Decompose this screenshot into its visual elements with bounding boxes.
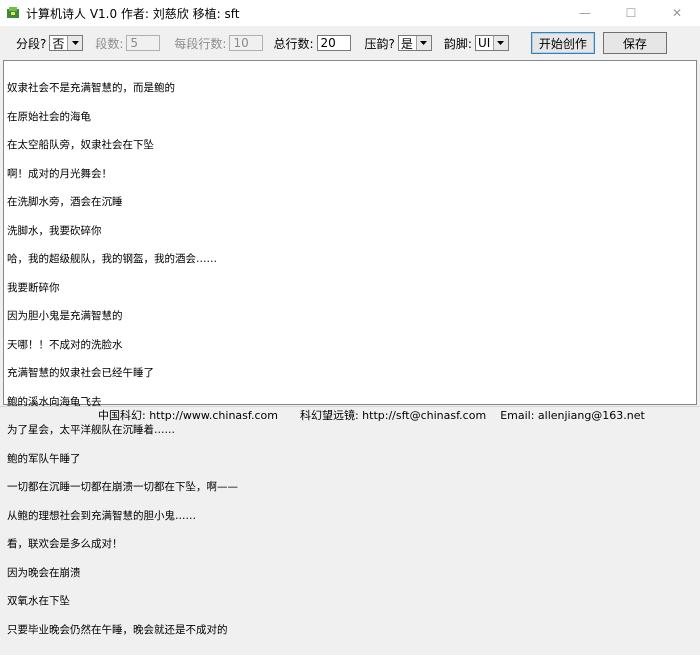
poem-line: 天哪！！不成对的洗脸水 [7, 338, 123, 351]
title-bar: 计算机诗人 V1.0 作者: 刘慈欣 移植: sft — ☐ ✕ [0, 0, 700, 26]
minimize-button[interactable]: — [562, 0, 608, 26]
yayun-value: 是 [400, 36, 413, 51]
status-site: 中国科幻: http://www.chinasf.com [98, 409, 278, 422]
poem-line: 我要断碎你 [7, 281, 60, 294]
poem-line: 在原始社会的海龟 [7, 110, 91, 123]
chevron-down-icon [492, 36, 508, 50]
chevron-down-icon [415, 36, 431, 50]
fenduan-value: 否 [52, 36, 65, 51]
poem-line: 充满智慧的奴隶社会已经午睡了 [7, 367, 154, 379]
poem-line: 奴隶社会不是充满智慧的，而是鲍的 [7, 82, 175, 94]
duanshu-label: 段数: [95, 36, 124, 51]
start-button[interactable]: 开始创作 [530, 32, 595, 54]
poem-line: 哈，我的超级舰队，我的钢盔，我的酒会…… [7, 253, 217, 265]
yunjiao-select[interactable]: UI [474, 35, 509, 51]
poem-line: 洗脚水，我要砍碎你 [7, 224, 102, 237]
chevron-down-icon [67, 36, 83, 50]
yunjiao-value: UI [477, 36, 491, 50]
toolbar: 分段? 否 段数: 每段行数: 总行数: 压韵? 是 韵脚: UI 开始创作 保… [0, 26, 700, 60]
poem-line: 看，联欢会是多么成对！ [7, 538, 123, 550]
close-button[interactable]: ✕ [654, 0, 700, 26]
fenduan-select[interactable]: 否 [49, 35, 84, 51]
meiduan-input[interactable] [229, 35, 264, 51]
poem-text: 奴隶社会不是充满智慧的，而是鲍的 在原始社会的海龟 在太空船队旁，奴隶社会在下坠… [7, 65, 694, 654]
zonghang-input[interactable] [316, 35, 351, 51]
poem-line: 从鲍的理想社会到充满智慧的胆小鬼…… [7, 509, 196, 522]
yayun-label: 压韵? [364, 36, 395, 51]
fenduan-label: 分段? [16, 36, 47, 51]
zonghang-label: 总行数: [273, 36, 314, 51]
poem-textarea[interactable]: 奴隶社会不是充满智慧的，而是鲍的 在原始社会的海龟 在太空船队旁，奴隶社会在下坠… [3, 60, 697, 634]
poem-line: 双氧水在下坠 [7, 595, 70, 607]
close-icon: ✕ [671, 6, 683, 20]
yunjiao-label: 韵脚: [443, 36, 472, 51]
poem-line: 在洗脚水旁，酒会在沉睡 [7, 196, 123, 208]
poem-line: 为了星会，太平洋舰队在沉睡着…… [7, 424, 175, 436]
poem-line: 因为晚会在崩溃 [7, 566, 81, 579]
poem-line: 鲍的军队午睡了 [7, 452, 81, 465]
status-bar: 中国科幻: http://www.chinasf.com 科幻望远镜: http… [0, 406, 700, 423]
status-mail: 科幻望远镜: http://sft@chinasf.com [299, 409, 487, 422]
poem-line: 只要毕业晚会仍然在午睡，晚会就还是不成对的 [7, 623, 228, 636]
app-icon [6, 6, 20, 20]
poem-line: 啊！成对的月光舞会！ [7, 167, 112, 180]
window-controls: — ☐ ✕ [562, 0, 700, 26]
maximize-button[interactable]: ☐ [608, 0, 654, 26]
minimize-icon: — [579, 6, 591, 20]
maximize-icon: ☐ [625, 6, 637, 20]
window-title: 计算机诗人 V1.0 作者: 刘慈欣 移植: sft [26, 6, 240, 21]
yayun-select[interactable]: 是 [397, 35, 432, 51]
poem-line: 一切都在沉睡一切都在崩溃一切都在下坠，啊—— [7, 481, 238, 493]
status-email: Email: allenjiang@163.net [500, 408, 645, 422]
save-button[interactable]: 保存 [602, 32, 667, 54]
duanshu-input[interactable] [126, 35, 161, 51]
poem-line: 在太空船队旁，奴隶社会在下坠 [7, 139, 154, 151]
poem-line: 因为胆小鬼是充满智慧的 [7, 310, 123, 322]
meiduan-label: 每段行数: [174, 36, 227, 51]
